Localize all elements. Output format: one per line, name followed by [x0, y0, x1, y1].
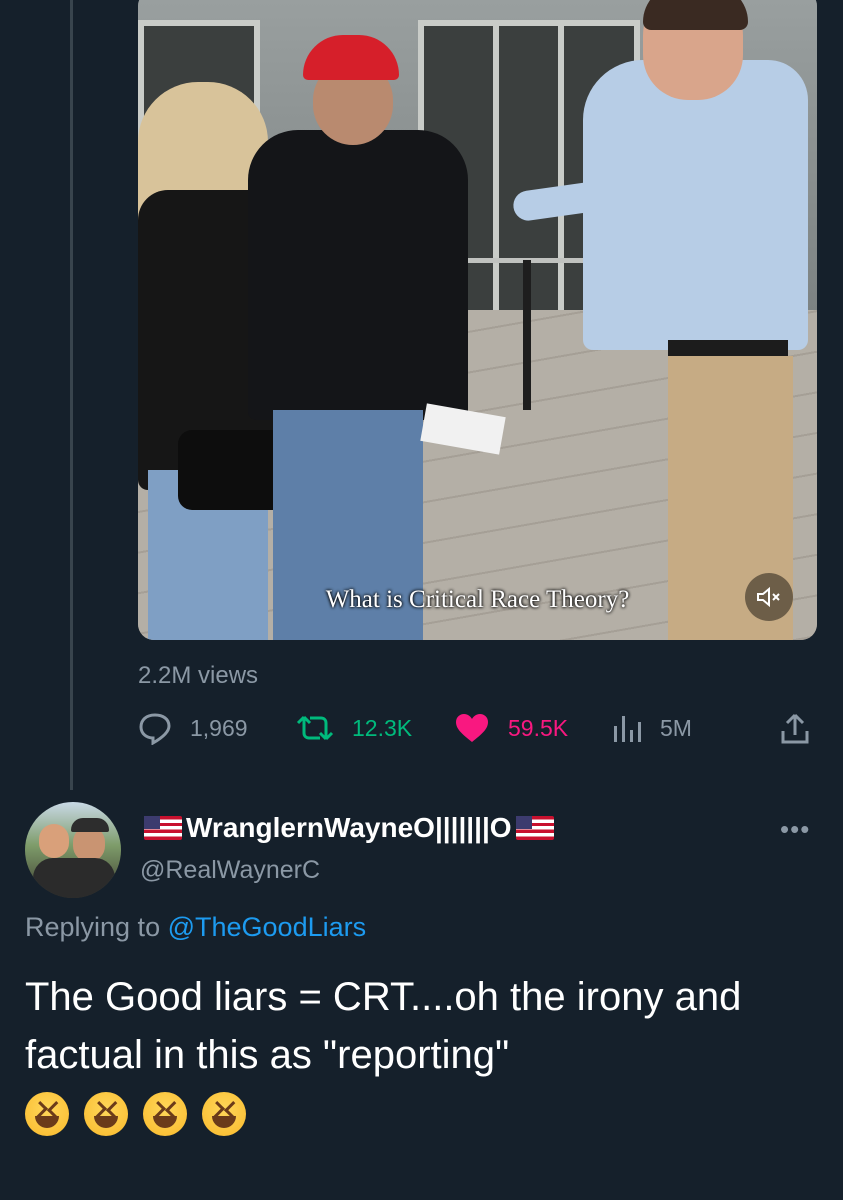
like-button[interactable]: 59.5K — [454, 710, 568, 746]
avatar-person — [39, 824, 69, 858]
view-count: 2.2M views — [138, 662, 259, 689]
mute-button[interactable] — [745, 573, 793, 621]
retweet-count: 12.3K — [352, 714, 413, 741]
video-handbag — [178, 430, 288, 510]
views-button[interactable]: 5M — [612, 710, 692, 746]
laughing-emoji-icon — [84, 1092, 128, 1136]
views-icon — [614, 716, 641, 742]
replying-to: Replying to @TheGoodLiars — [25, 912, 366, 943]
retweet-button[interactable]: 12.3K — [296, 710, 412, 746]
video-person-man-cap — [248, 130, 468, 420]
share-button[interactable] — [780, 710, 828, 746]
views-count: 5M — [660, 714, 692, 741]
user-handle[interactable]: @RealWaynerC — [140, 856, 320, 885]
display-name-text: WranglernWayneO|||||||O — [186, 812, 512, 843]
tweet-actions: 1,969 12.3K 59.5K 5M — [138, 710, 817, 750]
thread-line — [70, 0, 73, 790]
more-icon[interactable]: ••• — [780, 814, 810, 845]
share-icon — [781, 713, 809, 744]
embedded-video[interactable]: What is Critical Race Theory? — [138, 0, 817, 640]
reply-icon — [139, 713, 171, 745]
laughing-emoji-icon — [25, 1092, 69, 1136]
like-icon — [456, 714, 488, 742]
display-name[interactable]: WranglernWayneO|||||||O — [140, 812, 558, 844]
avatar-hat — [71, 818, 109, 832]
video-person-interviewer-belt — [668, 340, 788, 356]
replying-to-prefix: Replying to — [25, 912, 161, 942]
laughing-emoji-icon — [143, 1092, 187, 1136]
replying-to-link[interactable]: @TheGoodLiars — [168, 912, 367, 942]
tweet-text: The Good liars = CRT....oh the irony and… — [25, 975, 742, 1077]
us-flag-icon — [144, 816, 182, 840]
video-subtitle: What is Critical Race Theory? — [325, 586, 630, 613]
avatar-shirt — [33, 858, 115, 898]
reply-button[interactable]: 1,969 — [138, 710, 248, 746]
avatar[interactable] — [25, 802, 121, 898]
reply-count: 1,969 — [190, 714, 248, 741]
retweet-icon — [296, 715, 334, 741]
laughing-emoji-icon — [202, 1092, 246, 1136]
mute-icon — [757, 586, 780, 608]
like-count: 59.5K — [508, 714, 569, 741]
video-person-interviewer — [583, 60, 808, 350]
emoji-row — [25, 1092, 246, 1136]
video-person-interviewer-hair — [643, 0, 748, 30]
video-post — [523, 260, 531, 410]
us-flag-icon — [515, 816, 554, 840]
